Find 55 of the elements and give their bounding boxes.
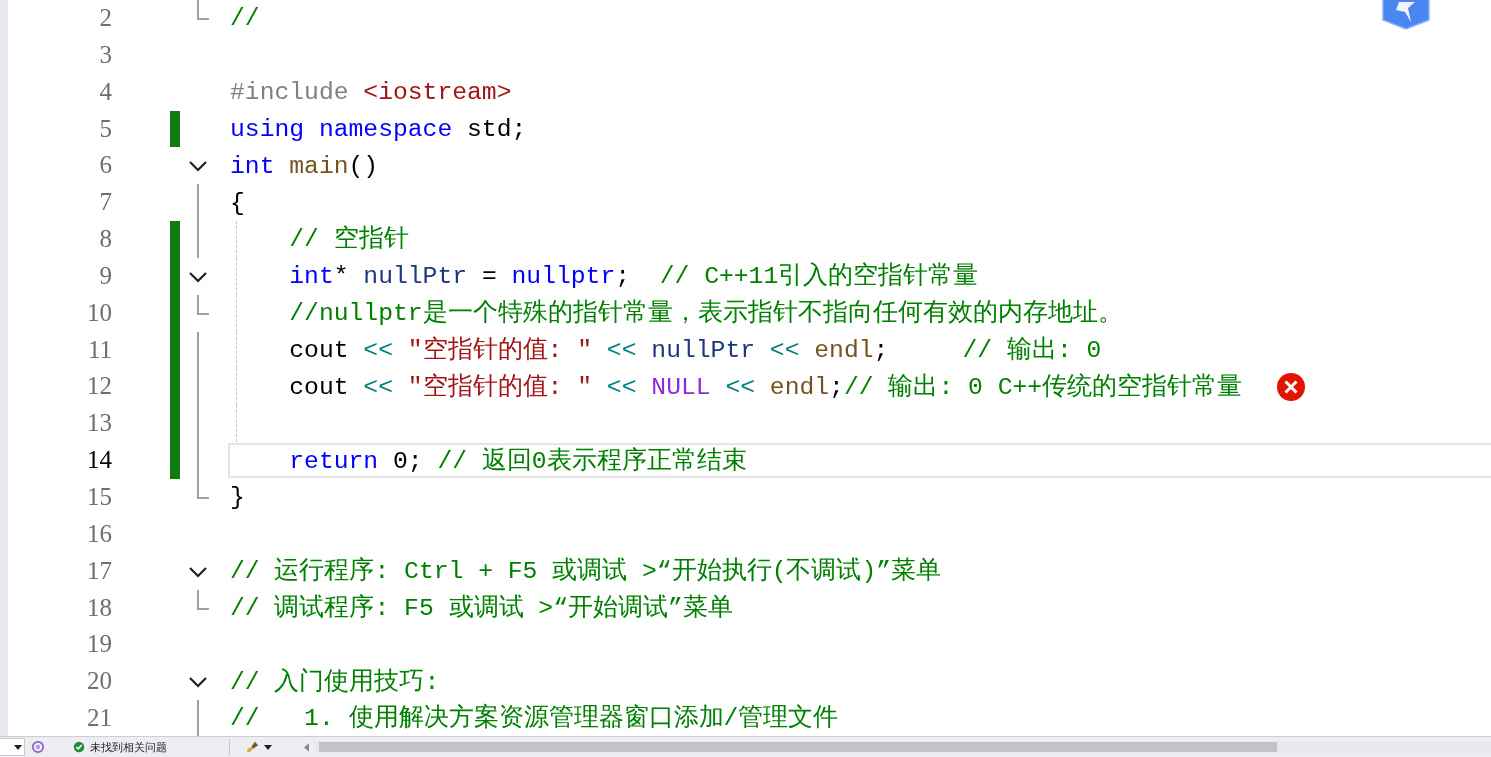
scroll-left-icon[interactable] [303, 742, 309, 752]
code-line: // 入门使用技巧: [230, 666, 441, 698]
line-number: 6 [98, 150, 112, 181]
line-number: 20 [86, 666, 112, 697]
code-line: return 0; // 返回0表示程序正常结束 [289, 445, 747, 477]
line-number: 8 [98, 224, 112, 255]
line-number: 13 [86, 408, 112, 439]
code-line: // [230, 3, 260, 35]
line-number: 12 [86, 371, 112, 402]
collapse-chevron-icon[interactable] [188, 270, 208, 283]
check-icon [72, 741, 85, 753]
brush-icon [245, 740, 260, 754]
zoom-dropdown[interactable] [0, 738, 25, 756]
outline-end-line [197, 589, 209, 610]
code-line: //nullptr是一个特殊的指针常量，表示指针不指向任何有效的内存地址。 [289, 298, 1123, 330]
line-number: 4 [98, 76, 112, 107]
line-number: 17 [86, 555, 112, 586]
outline-end-line [197, 0, 209, 21]
code-line: // 1. 使用解决方案资源管理器窗口添加/管理文件 [230, 702, 839, 735]
code-line: // 空指针 [289, 224, 409, 256]
line-number: 15 [86, 481, 112, 512]
code-line: #include <iostream> [230, 77, 512, 109]
scrollbar-thumb[interactable] [318, 742, 1277, 752]
code-line: // 运行程序: Ctrl + F5 或调试 >“开始执行(不调试)”菜单 [230, 556, 942, 588]
line-number: 3 [98, 39, 112, 70]
line-number: 5 [98, 113, 112, 144]
line-number: 2 [98, 3, 112, 33]
code-line: using namespace std; [230, 113, 527, 145]
line-number: 11 [86, 334, 112, 365]
collapse-chevron-icon[interactable] [188, 565, 208, 578]
dropdown-caret-icon [13, 744, 22, 750]
line-number: 9 [98, 260, 112, 291]
code-line: int* nullPtr = nullptr; // C++11引入的空指针常量 [289, 261, 979, 293]
hexagon-logo-icon[interactable] [1381, 0, 1431, 30]
swirl-icon[interactable] [30, 740, 45, 754]
line-number: 21 [86, 703, 112, 734]
line-number: 10 [86, 297, 112, 328]
collapse-chevron-icon[interactable] [188, 676, 208, 689]
line-number: 16 [86, 518, 112, 549]
code-line: } [230, 482, 245, 514]
code-line: cout << "空指针的值: " << nullPtr << endl; // 输出: 0 [289, 335, 1102, 366]
collapse-chevron-icon[interactable] [188, 160, 208, 173]
line-number: 14 [86, 445, 112, 476]
outline-end-line [197, 294, 209, 316]
code-line: cout << "空指针的值: " << NULL << endl;// 输出: 0 C++传统的空指针常量 [289, 371, 1243, 403]
issues-status[interactable]: 未找到相关问题 [89, 739, 167, 755]
code-line: // 调试程序: F5 或调试 >“开始调试”菜单 [230, 592, 733, 624]
code-line: { [230, 187, 245, 219]
line-number: 18 [86, 592, 112, 623]
horizontal-scrollbar[interactable] [314, 741, 1491, 753]
outline-end-line [197, 478, 209, 500]
line-number: 7 [98, 187, 112, 218]
code-line: int main() [230, 150, 379, 182]
dropdown-caret-icon [263, 744, 272, 750]
line-number: 19 [86, 629, 112, 660]
